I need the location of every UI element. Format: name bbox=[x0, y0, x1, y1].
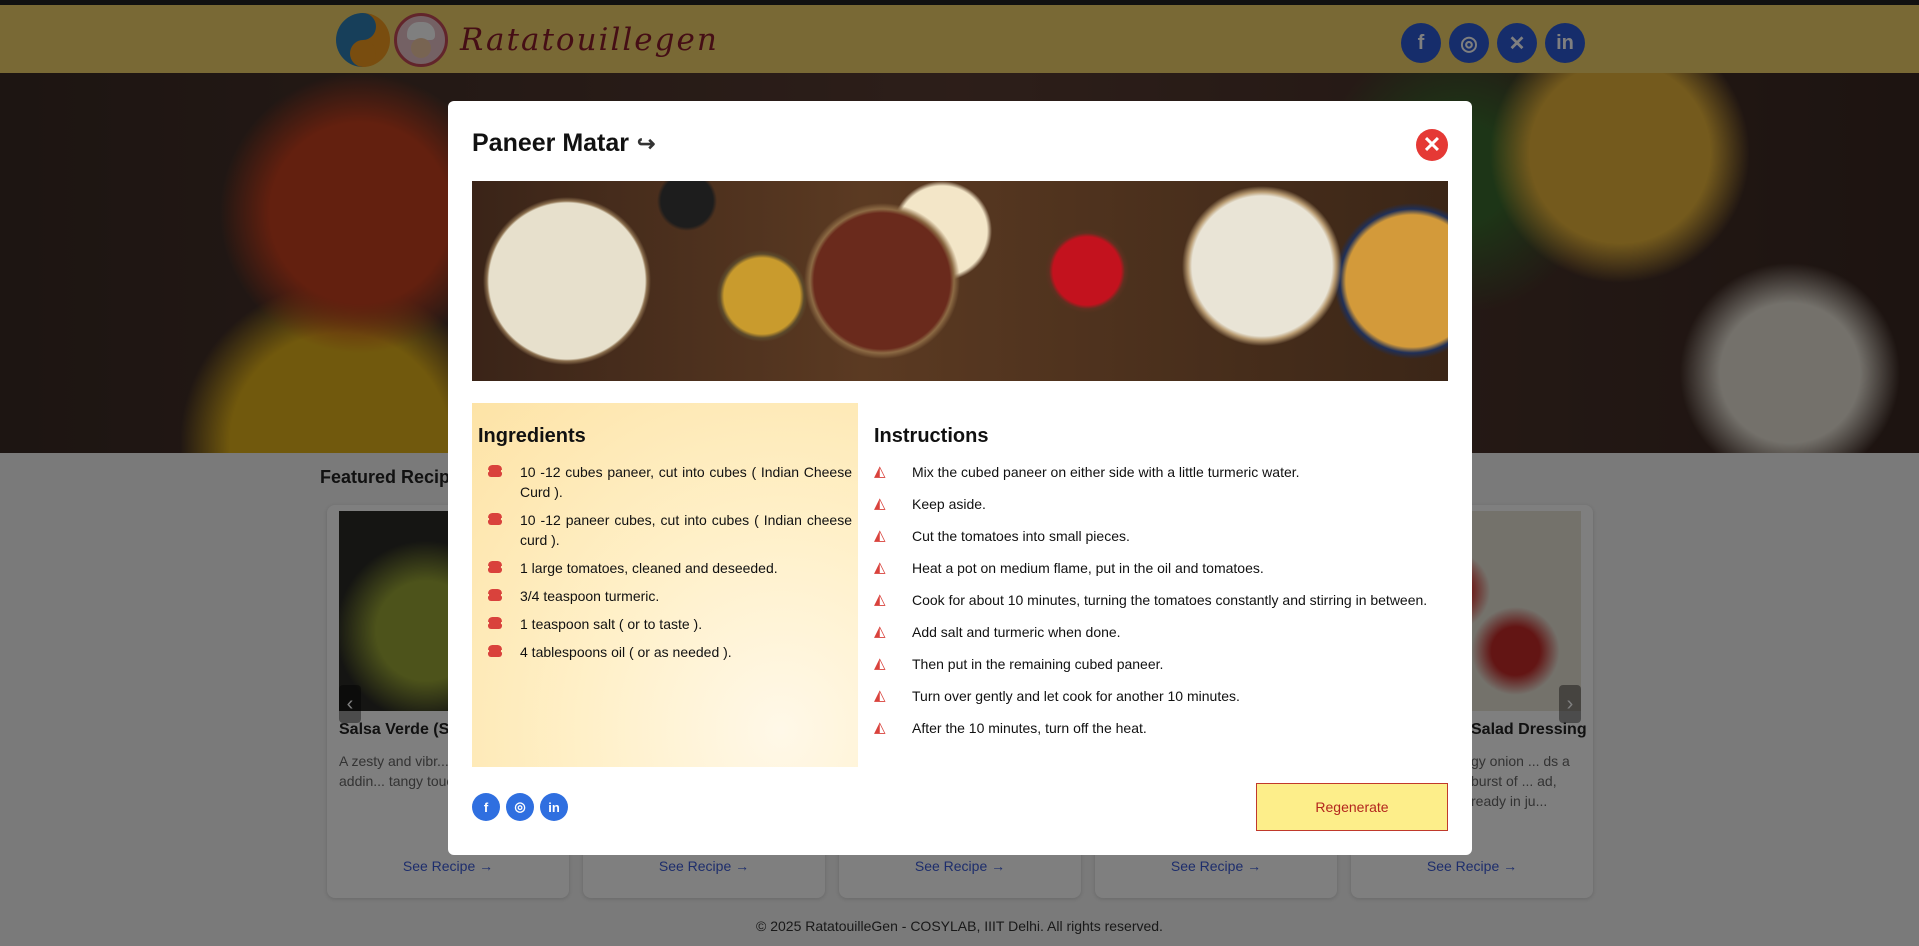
instruction-text: Mix the cubed paneer on either side with… bbox=[912, 464, 1300, 480]
instruction-text: Keep aside. bbox=[912, 496, 986, 512]
pizza-slice-icon: ◭ bbox=[874, 719, 886, 736]
ingredient-text: 4 tablespoons oil ( or as needed ). bbox=[520, 644, 732, 660]
ingredients-title: Ingredients bbox=[478, 425, 586, 447]
ingredient-item: 1 large tomatoes, cleaned and deseeded. bbox=[478, 558, 852, 578]
instruction-text: After the 10 minutes, turn off the heat. bbox=[912, 720, 1147, 736]
burger-icon bbox=[488, 561, 502, 573]
ingredient-item: 3/4 teaspoon turmeric. bbox=[478, 586, 852, 606]
ingredient-text: 1 teaspoon salt ( or to taste ). bbox=[520, 616, 703, 632]
ingredient-item: 10 -12 paneer cubes, cut into cubes ( In… bbox=[478, 510, 852, 550]
burger-icon bbox=[488, 645, 502, 657]
pizza-slice-icon: ◭ bbox=[874, 495, 886, 512]
instruction-step: ◭ Cut the tomatoes into small pieces. bbox=[874, 526, 1440, 546]
ingredient-text: 3/4 teaspoon turmeric. bbox=[520, 588, 660, 604]
instruction-text: Then put in the remaining cubed paneer. bbox=[912, 656, 1164, 672]
instagram-icon[interactable]: ◎ bbox=[506, 793, 534, 821]
ingredient-text: 1 large tomatoes, cleaned and deseeded. bbox=[520, 560, 778, 576]
pizza-slice-icon: ◭ bbox=[874, 655, 886, 672]
instruction-step: ◭ Then put in the remaining cubed paneer. bbox=[874, 654, 1440, 674]
instruction-text: Cook for about 10 minutes, turning the t… bbox=[912, 592, 1428, 608]
facebook-icon[interactable]: f bbox=[472, 793, 500, 821]
recipe-title: Paneer Matar bbox=[472, 129, 630, 157]
regenerate-button[interactable]: Regenerate bbox=[1256, 783, 1448, 831]
instruction-text: Add salt and turmeric when done. bbox=[912, 624, 1121, 640]
pizza-slice-icon: ◭ bbox=[874, 527, 886, 544]
instruction-step: ◭ Cook for about 10 minutes, turning the … bbox=[874, 590, 1440, 610]
recipe-banner-image bbox=[472, 181, 1448, 381]
ingredient-text: 10 -12 paneer cubes, cut into cubes ( In… bbox=[520, 512, 852, 548]
instruction-step: ◭ Add salt and turmeric when done. bbox=[874, 622, 1440, 642]
pizza-slice-icon: ◭ bbox=[874, 591, 886, 608]
linkedin-icon[interactable]: in bbox=[540, 793, 568, 821]
instruction-step: ◭ Turn over gently and let cook for anoth… bbox=[874, 686, 1440, 706]
instruction-text: Turn over gently and let cook for anothe… bbox=[912, 688, 1240, 704]
instruction-text: Cut the tomatoes into small pieces. bbox=[912, 528, 1130, 544]
ingredient-text: 10 -12 cubes paneer, cut into cubes ( In… bbox=[520, 464, 852, 500]
instruction-text: Heat a pot on medium flame, put in the o… bbox=[912, 560, 1264, 576]
pizza-slice-icon: ◭ bbox=[874, 687, 886, 704]
ingredient-item: 1 teaspoon salt ( or to taste ). bbox=[478, 614, 852, 634]
ingredient-item: 10 -12 cubes paneer, cut into cubes ( In… bbox=[478, 462, 852, 502]
recipe-modal: Paneer Matar ↪ ✕ Ingredients 10 -12 cube… bbox=[448, 101, 1472, 855]
instruction-step: ◭ After the 10 minutes, turn off the heat… bbox=[874, 718, 1440, 738]
share-socials: f ◎ in bbox=[472, 793, 568, 821]
burger-icon bbox=[488, 589, 502, 601]
burger-icon bbox=[488, 617, 502, 629]
burger-icon bbox=[488, 465, 502, 477]
instruction-step: ◭ Mix the cubed paneer on either side wit… bbox=[874, 462, 1440, 482]
instruction-step: ◭ Heat a pot on medium flame, put in the … bbox=[874, 558, 1440, 578]
ingredients-list: 10 -12 cubes paneer, cut into cubes ( In… bbox=[478, 462, 852, 662]
ingredients-panel: Ingredients 10 -12 cubes paneer, cut int… bbox=[472, 403, 858, 767]
share-icon[interactable]: ↪ bbox=[637, 131, 655, 157]
instruction-step: ◭ Keep aside. bbox=[874, 494, 1440, 514]
modal-header: Paneer Matar ↪ bbox=[472, 129, 655, 158]
instructions-list: ◭ Mix the cubed paneer on either side wit… bbox=[874, 462, 1440, 738]
ingredient-item: 4 tablespoons oil ( or as needed ). bbox=[478, 642, 852, 662]
instructions-panel: Instructions ◭ Mix the cubed paneer on ei… bbox=[866, 403, 1448, 750]
pizza-slice-icon: ◭ bbox=[874, 463, 886, 480]
burger-icon bbox=[488, 513, 502, 525]
pizza-slice-icon: ◭ bbox=[874, 623, 886, 640]
pizza-slice-icon: ◭ bbox=[874, 559, 886, 576]
close-button[interactable]: ✕ bbox=[1416, 129, 1448, 161]
instructions-title: Instructions bbox=[874, 425, 989, 447]
